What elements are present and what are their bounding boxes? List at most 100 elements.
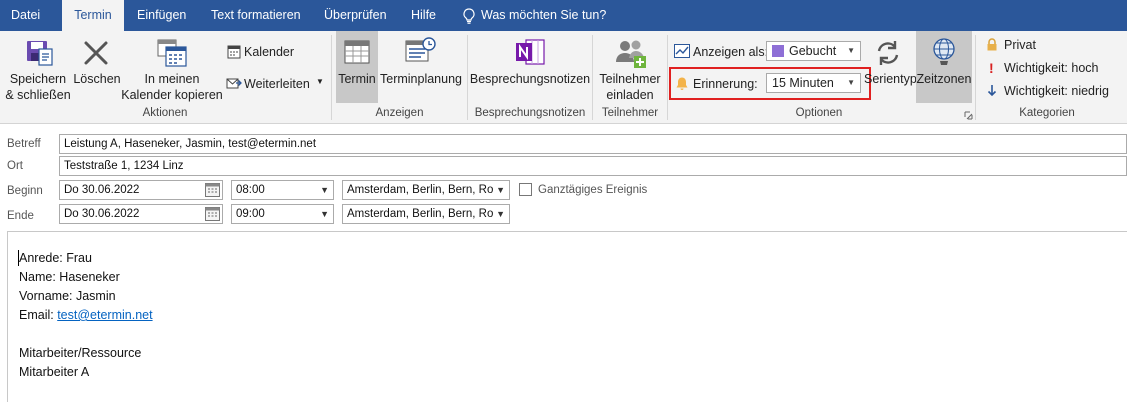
subject-input[interactable]: Leistung A, Haseneker, Jasmin, test@eter… <box>59 134 1127 154</box>
invite-attendees-label-2: einladen <box>606 88 654 102</box>
ribbon: Speichern & schließen Löschen In meinen … <box>0 31 1127 124</box>
private-label: Privat <box>1004 38 1036 52</box>
recurrence-icon <box>877 41 899 65</box>
end-time-value: 09:00 <box>236 208 265 220</box>
dialog-launcher-icon[interactable] <box>964 111 973 120</box>
invite-attendees-label-1: Teilnehmer <box>599 72 661 86</box>
forward-label: Weiterleiten <box>244 77 310 91</box>
subject-label: Betreff <box>7 138 41 150</box>
ribbon-tab-bar: Datei Termin Einfügen Text formatieren Ü… <box>0 0 1127 31</box>
group-label-anzeigen: Anzeigen <box>375 107 424 119</box>
body-line-firstname: Vorname: Jasmin <box>19 289 116 303</box>
meeting-notes-label: Besprechungsnotizen <box>469 72 591 86</box>
group-separator <box>667 35 668 120</box>
appointment-grid-icon <box>344 40 370 64</box>
location-input[interactable]: Teststraße 1, 1234 Linz <box>59 156 1127 176</box>
timezones-label: Zeitzonen <box>916 72 972 86</box>
attendees-icon <box>616 40 646 68</box>
chevron-down-icon: ▼ <box>320 185 329 195</box>
start-date-input[interactable]: Do 30.06.2022 <box>59 180 223 200</box>
importance-low-label: Wichtigkeit: niedrig <box>1004 84 1109 98</box>
arrow-down-icon <box>987 85 997 97</box>
tab-datei[interactable]: Datei <box>11 0 40 31</box>
tab-hilfe[interactable]: Hilfe <box>411 0 436 31</box>
group-separator <box>592 35 593 120</box>
copy-calendar-icon <box>157 39 187 67</box>
end-date-input[interactable]: Do 30.06.2022 <box>59 204 223 224</box>
message-body-editor[interactable]: Anrede: Frau Name: Haseneker Vorname: Ja… <box>7 231 1127 402</box>
start-timezone-value: Amsterdam, Berlin, Bern, Ro <box>347 184 494 196</box>
outlook-appointment-window: Datei Termin Einfügen Text formatieren Ü… <box>0 0 1127 402</box>
start-label: Beginn <box>7 185 43 197</box>
chevron-down-icon: ▼ <box>320 209 329 219</box>
copy-calendar-label-2: Kalender kopieren <box>121 88 223 102</box>
email-link[interactable]: test@etermin.net <box>57 308 152 322</box>
lock-icon <box>987 38 997 51</box>
reminder-value: 15 Minuten <box>772 76 834 90</box>
busy-color-swatch <box>772 45 784 57</box>
importance-high-label: Wichtigkeit: hoch <box>1004 61 1099 75</box>
end-label: Ende <box>7 210 34 222</box>
scheduling-label: Terminplanung <box>380 72 462 86</box>
body-line-name: Name: Haseneker <box>19 270 120 284</box>
chevron-down-icon: ▼ <box>847 78 855 87</box>
start-time-select[interactable]: 08:00 ▼ <box>231 180 334 200</box>
onenote-icon <box>516 39 545 65</box>
appointment-form: Betreff Leistung A, Haseneker, Jasmin, t… <box>0 124 1127 230</box>
tab-text-formatieren[interactable]: Text formatieren <box>211 0 301 31</box>
group-separator <box>975 35 976 120</box>
globe-icon <box>933 38 955 65</box>
chevron-down-icon: ▼ <box>493 205 505 223</box>
tab-ueberpruefen[interactable]: Überprüfen <box>324 0 387 31</box>
start-timezone-select[interactable]: Amsterdam, Berlin, Bern, Ro ▼ <box>342 180 510 200</box>
appointment-view-label: Termin <box>338 72 376 86</box>
tell-me-text: Was möchten Sie tun? <box>481 8 607 22</box>
calendar-label: Kalender <box>244 45 295 59</box>
lightbulb-icon <box>463 7 475 24</box>
group-label-teilnehmer: Teilnehmer <box>601 107 659 119</box>
end-time-select[interactable]: 09:00 ▼ <box>231 204 334 224</box>
date-picker-icon[interactable] <box>205 207 220 221</box>
group-label-kategorien: Kategorien <box>1019 107 1075 119</box>
body-line-email: Email: test@etermin.net <box>19 308 153 322</box>
show-as-label: Anzeigen als: <box>693 45 769 59</box>
chevron-down-icon: ▼ <box>847 46 855 55</box>
end-timezone-select[interactable]: Amsterdam, Berlin, Bern, Ro ▼ <box>342 204 510 224</box>
chevron-down-icon: ▼ <box>493 181 505 199</box>
recurrence-label: Serientyp <box>864 72 917 86</box>
exclamation-icon: ! <box>989 60 994 76</box>
bell-icon <box>676 77 688 90</box>
group-label-besprechungsnotizen: Besprechungsnotizen <box>474 107 586 119</box>
date-picker-icon[interactable] <box>205 183 220 197</box>
location-label: Ort <box>7 160 23 172</box>
start-time-value: 08:00 <box>236 184 265 196</box>
save-close-label-2: & schließen <box>5 88 71 102</box>
copy-calendar-label-1: In meinen <box>144 72 200 86</box>
group-separator <box>467 35 468 120</box>
reminder-dropdown[interactable]: 15 Minuten ▼ <box>766 73 861 93</box>
delete-label: Löschen <box>73 72 121 86</box>
calendar-small-icon <box>227 45 241 59</box>
show-as-value: Gebucht <box>789 44 837 58</box>
tell-me-box[interactable]: Was möchten Sie tun? <box>462 0 606 31</box>
all-day-label: Ganztägiges Ereignis <box>538 184 648 196</box>
email-label: Email: <box>19 308 58 322</box>
show-as-dropdown[interactable]: Gebucht ▼ <box>766 41 861 61</box>
end-date-value: Do 30.06.2022 <box>64 208 140 220</box>
all-day-checkbox[interactable] <box>519 183 532 196</box>
show-as-icon <box>674 44 690 58</box>
forward-dropdown-icon[interactable]: ▼ <box>316 77 324 86</box>
save-close-icon <box>27 41 53 66</box>
start-date-value: Do 30.06.2022 <box>64 184 140 196</box>
reminder-label: Erinnerung: <box>693 77 758 91</box>
group-label-optionen: Optionen <box>795 107 843 119</box>
body-line-resource-heading: Mitarbeiter/Ressource <box>19 346 142 360</box>
end-timezone-value: Amsterdam, Berlin, Bern, Ro <box>347 208 494 220</box>
tab-termin[interactable]: Termin <box>62 0 124 31</box>
group-separator <box>331 35 332 120</box>
group-label-aktionen: Aktionen <box>142 107 188 119</box>
body-line-resource: Mitarbeiter A <box>19 365 90 379</box>
forward-icon <box>226 78 242 89</box>
tab-einfuegen[interactable]: Einfügen <box>137 0 186 31</box>
scheduling-icon <box>405 37 436 62</box>
